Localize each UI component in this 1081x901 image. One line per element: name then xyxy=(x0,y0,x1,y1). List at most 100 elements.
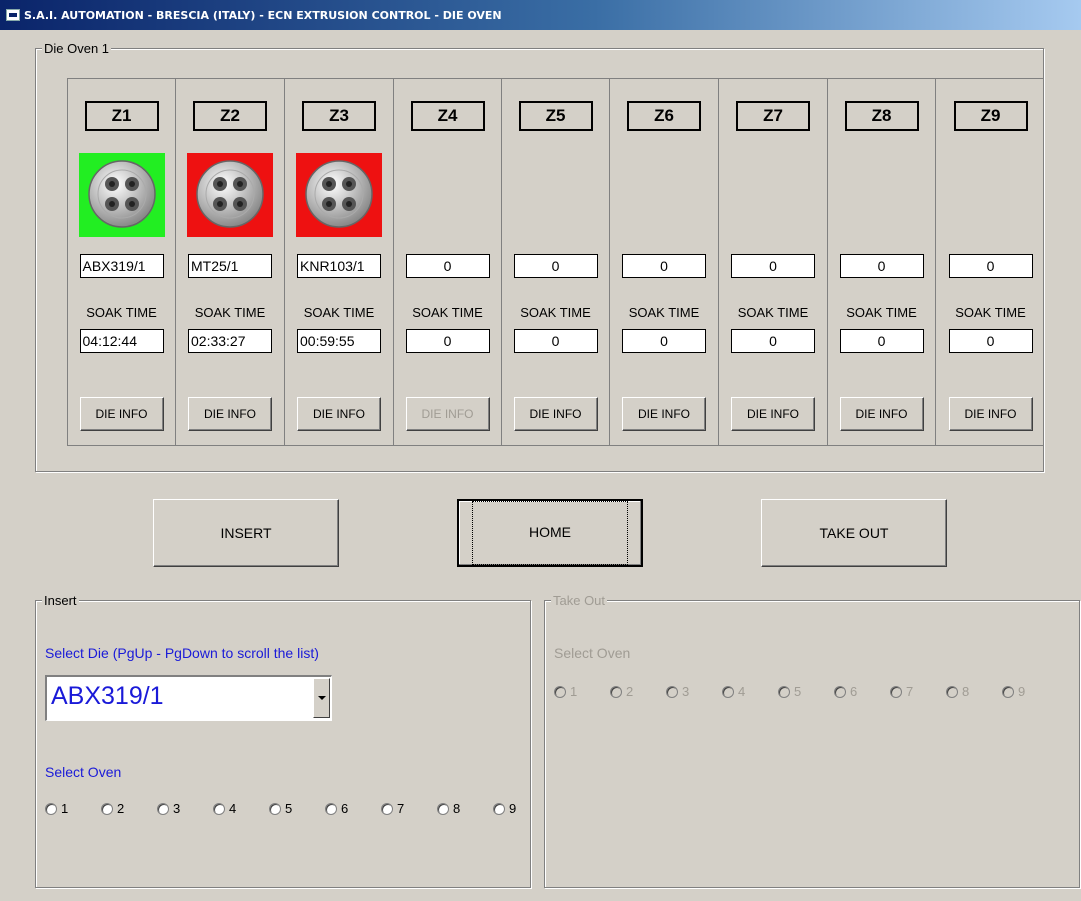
die-info-button-z5[interactable]: DIE INFO xyxy=(513,397,598,431)
die-info-button-z4[interactable]: DIE INFO xyxy=(405,397,490,431)
zone-label: Z8 xyxy=(844,101,919,131)
soak-time-label: SOAK TIME xyxy=(194,305,266,320)
insert-radio-6[interactable]: 6 xyxy=(325,801,381,816)
radio-circle xyxy=(45,802,57,815)
takeout-radio-2[interactable]: 2 xyxy=(610,684,666,699)
radio-label: 5 xyxy=(285,801,293,816)
radio-label: 1 xyxy=(570,684,578,699)
takeout-radio-8[interactable]: 8 xyxy=(946,684,1002,699)
die-info-button-z3[interactable]: DIE INFO xyxy=(297,397,381,431)
zone-column: Z2 MT25/1 SOAK TIME 02:33:27 DIE INFO xyxy=(176,79,285,445)
soak-time-field: 0 xyxy=(948,329,1033,353)
radio-circle xyxy=(1002,685,1014,698)
radio-label: 2 xyxy=(626,684,634,699)
zone-column: Z7 0 SOAK TIME 0 DIE INFO xyxy=(719,79,828,445)
zone-grid: Z1 ABX319/1 SOAK TIME 04:12:44 DIE INFO … xyxy=(67,78,1044,446)
radio-label: 7 xyxy=(906,684,914,699)
die-info-button-z1[interactable]: DIE INFO xyxy=(79,397,164,431)
radio-circle xyxy=(554,685,566,698)
soak-time-label: SOAK TIME xyxy=(628,305,700,320)
insert-radio-5[interactable]: 5 xyxy=(269,801,325,816)
home-button[interactable]: HOME xyxy=(457,499,643,567)
takeout-oven-radio-group: 1 2 3 4 5 6 7 8 9 xyxy=(554,684,1058,699)
radio-circle xyxy=(213,802,225,815)
die-info-button-z8[interactable]: DIE INFO xyxy=(839,397,924,431)
radio-label: 9 xyxy=(509,801,517,816)
insert-radio-1[interactable]: 1 xyxy=(45,801,101,816)
radio-circle xyxy=(269,802,281,815)
takeout-radio-5[interactable]: 5 xyxy=(778,684,834,699)
die-code-field: 0 xyxy=(513,254,598,278)
zone-column: Z1 ABX319/1 SOAK TIME 04:12:44 DIE INFO xyxy=(68,79,176,445)
insert-group-label: Insert xyxy=(42,593,79,608)
radio-label: 1 xyxy=(61,801,69,816)
takeout-radio-6[interactable]: 6 xyxy=(834,684,890,699)
die-code-field: 0 xyxy=(948,254,1033,278)
die-code-field: 0 xyxy=(839,254,924,278)
zone-column: Z3 KNR103/1 SOAK TIME 00:59:55 DIE INFO xyxy=(285,79,394,445)
soak-time-label: SOAK TIME xyxy=(737,305,809,320)
takeout-radio-1[interactable]: 1 xyxy=(554,684,610,699)
radio-label: 3 xyxy=(173,801,181,816)
radio-circle xyxy=(493,802,505,815)
take-out-button[interactable]: TAKE OUT xyxy=(761,499,947,567)
take-out-group-label: Take Out xyxy=(551,593,608,608)
soak-time-label: SOAK TIME xyxy=(303,305,375,320)
radio-circle xyxy=(157,802,169,815)
soak-time-field: 0 xyxy=(731,329,815,353)
radio-label: 4 xyxy=(229,801,237,816)
app-window-icon xyxy=(6,9,20,21)
radio-label: 7 xyxy=(397,801,405,816)
take-out-group: Take Out xyxy=(544,593,1080,888)
zone-label: Z7 xyxy=(736,101,810,131)
die-status-indicator xyxy=(730,153,816,237)
insert-radio-3[interactable]: 3 xyxy=(157,801,213,816)
soak-time-field: 0 xyxy=(839,329,924,353)
dropdown-button[interactable] xyxy=(313,678,330,718)
soak-time-field: 0 xyxy=(405,329,490,353)
radio-circle xyxy=(946,685,958,698)
takeout-radio-4[interactable]: 4 xyxy=(722,684,778,699)
takeout-radio-9[interactable]: 9 xyxy=(1002,684,1058,699)
die-select-combo[interactable]: ABX319/1 xyxy=(45,675,332,721)
insert-radio-2[interactable]: 2 xyxy=(101,801,157,816)
die-status-indicator xyxy=(78,153,165,237)
zone-column: Z6 0 SOAK TIME 0 DIE INFO xyxy=(610,79,719,445)
takeout-radio-3[interactable]: 3 xyxy=(666,684,722,699)
radio-label: 2 xyxy=(117,801,125,816)
zone-label: Z3 xyxy=(302,101,376,131)
die-status-indicator xyxy=(839,153,925,237)
radio-label: 6 xyxy=(341,801,349,816)
soak-time-label: SOAK TIME xyxy=(955,305,1026,320)
zone-column: Z5 0 SOAK TIME 0 DIE INFO xyxy=(502,79,610,445)
soak-time-label: SOAK TIME xyxy=(846,305,917,320)
die-info-button-z7[interactable]: DIE INFO xyxy=(731,397,815,431)
radio-label: 5 xyxy=(794,684,802,699)
die-info-button-z9[interactable]: DIE INFO xyxy=(948,397,1033,431)
die-code-field: 0 xyxy=(731,254,815,278)
die-info-button-z6[interactable]: DIE INFO xyxy=(622,397,706,431)
radio-label: 9 xyxy=(1018,684,1026,699)
die-select-value: ABX319/1 xyxy=(51,682,164,710)
insert-radio-7[interactable]: 7 xyxy=(381,801,437,816)
soak-time-field: 0 xyxy=(513,329,598,353)
insert-radio-8[interactable]: 8 xyxy=(437,801,493,816)
chevron-down-icon xyxy=(317,696,326,700)
select-die-label: Select Die (PgUp - PgDown to scroll the … xyxy=(45,645,319,661)
insert-oven-radio-group: 1 2 3 4 5 6 7 8 9 xyxy=(45,801,549,816)
insert-radio-4[interactable]: 4 xyxy=(213,801,269,816)
radio-label: 6 xyxy=(850,684,858,699)
radio-circle xyxy=(610,685,622,698)
zone-label: Z5 xyxy=(518,101,593,131)
die-code-field: 0 xyxy=(622,254,706,278)
die-status-indicator xyxy=(187,153,273,237)
insert-radio-9[interactable]: 9 xyxy=(493,801,549,816)
insert-button[interactable]: INSERT xyxy=(153,499,339,567)
zone-label: Z2 xyxy=(193,101,267,131)
takeout-radio-7[interactable]: 7 xyxy=(890,684,946,699)
radio-circle xyxy=(325,802,337,815)
soak-time-field: 02:33:27 xyxy=(188,329,272,353)
insert-group: Insert xyxy=(35,593,531,888)
die-info-button-z2[interactable]: DIE INFO xyxy=(188,397,272,431)
radio-circle xyxy=(890,685,902,698)
